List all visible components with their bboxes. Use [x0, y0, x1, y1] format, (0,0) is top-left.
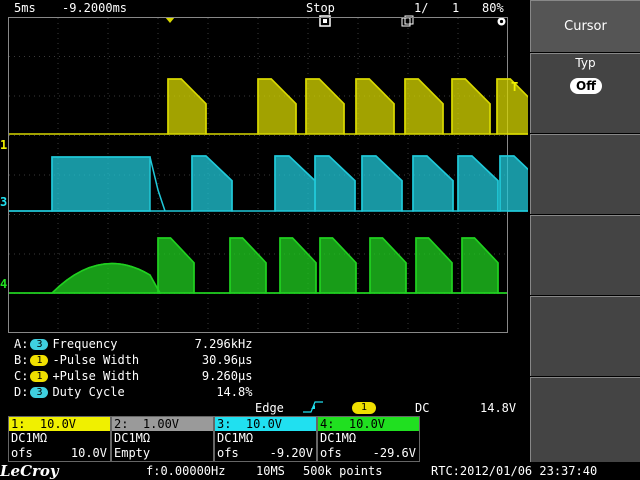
channel-1-box[interactable]: 1: 10.0V DC1MΩ ofs 10.0V [8, 416, 111, 462]
channel-offset: ofs -9.20V [215, 446, 316, 461]
ch4-trace-burst [369, 237, 407, 294]
measurement-value: 9.260µs [201, 369, 253, 383]
measurement-value: 14.8% [216, 385, 253, 399]
ch4-trace-burst [319, 237, 357, 294]
measurement-row: A: 3 Frequency 7.296kHz [14, 337, 252, 351]
measurement-source-badge: 1 [30, 371, 49, 382]
softkey-4[interactable] [530, 215, 640, 295]
channel-offset-value: -29.6V [372, 446, 416, 460]
measurement-source-badge: 1 [30, 355, 49, 366]
cursor-type-label: Typ [575, 56, 596, 70]
channel-offset: ofs 10.0V [9, 446, 110, 461]
ch4-marker[interactable]: 4 [0, 277, 8, 291]
ch1-trace-burst [451, 78, 491, 135]
channel-coupling: DC1MΩ [11, 431, 48, 445]
ch4-trace-burst [157, 237, 195, 294]
measurement-letter: C: [14, 369, 29, 383]
softkey-3[interactable] [530, 134, 640, 214]
channel-offset-label: ofs [11, 446, 33, 460]
ch4-trace-burst [415, 237, 453, 294]
trigger-level: 14.8V [480, 401, 517, 415]
channel-coupling: DC1MΩ [320, 431, 357, 445]
channel-offset-label: ofs [217, 446, 239, 460]
trigger-type[interactable]: Edge [255, 401, 284, 415]
measurement-name: +Pulse Width [52, 369, 140, 383]
ch4-trace-burst [461, 237, 499, 294]
ch3-trace-burst [191, 155, 233, 212]
ch1-marker[interactable]: 1 [0, 138, 8, 152]
channel-scale: 4: 10.0V [318, 417, 419, 431]
softkey-6[interactable] [530, 377, 640, 462]
channel-offset-value: 10.0V [70, 446, 107, 460]
channel-coupling: DC1MΩ [114, 431, 151, 445]
rising-edge-icon [302, 400, 324, 417]
measurement-row: B: 1 -Pulse Width 30.96µs [14, 353, 252, 367]
measurement-row: C: 1 +Pulse Width 9.260µs [14, 369, 252, 383]
cursor-type-value: Off [570, 78, 602, 94]
measurement-name: Frequency [52, 337, 118, 351]
channel-scale: 1: 10.0V [9, 417, 110, 431]
ch3-trace-burst [314, 155, 356, 212]
measurement-row: D: 3 Duty Cycle 14.8% [14, 385, 252, 399]
measurement-value: 30.96µs [201, 353, 253, 367]
channel-offset: Empty [112, 446, 213, 461]
softkey-5[interactable] [530, 296, 640, 376]
measurement-value: 7.296kHz [194, 337, 253, 351]
ch4-trace-burst [229, 237, 267, 294]
cursor-type-button[interactable]: Typ Off [530, 53, 640, 133]
ch3-trace-burst [274, 155, 316, 212]
ch3-trace-burst [457, 155, 499, 212]
measurement-letter: D: [14, 385, 29, 399]
channel-scale: 3: 10.0V [215, 417, 316, 431]
acquisition-bar: LeCroy f:0.00000Hz 10MS 500k points RTC:… [0, 462, 640, 480]
channel-offset-label: Empty [114, 446, 151, 460]
cursor-menu-title: Cursor [530, 0, 640, 52]
trigger-source-badge: 1 [352, 402, 376, 414]
ch1-trace-burst [355, 78, 395, 135]
channel-offset-label: ofs [320, 446, 342, 460]
sample-rate: 10MS [256, 464, 285, 478]
ch1-trace-burst [305, 78, 345, 135]
ch1-trace-burst [404, 78, 444, 135]
frequency-counter: f:0.00000Hz [146, 464, 226, 478]
measurement-letter: A: [14, 337, 29, 351]
channel-2-box[interactable]: 2: 1.00V DC1MΩ Empty [111, 416, 214, 462]
record-length: 500k points [303, 464, 383, 478]
trigger-level-marker[interactable]: T [511, 80, 521, 94]
measurement-source-badge: 3 [30, 387, 49, 398]
ch1-trace-burst [167, 78, 207, 135]
ch1-trace-burst [257, 78, 297, 135]
channel-4-box[interactable]: 4: 10.0V DC1MΩ ofs -29.6V [317, 416, 420, 462]
channel-offset: ofs -29.6V [318, 446, 419, 461]
ch3-trace-burst [412, 155, 454, 212]
measurement-name: -Pulse Width [52, 353, 140, 367]
ch3-trace-burst [361, 155, 403, 212]
channel-offset-value: -9.20V [269, 446, 313, 460]
measurement-name: Duty Cycle [52, 385, 125, 399]
real-time-clock: RTC:2012/01/06 23:37:40 [431, 464, 598, 478]
brand-logo: LeCroy [0, 462, 59, 480]
channel-3-box[interactable]: 3: 10.0V DC1MΩ ofs -9.20V [214, 416, 317, 462]
measurement-letter: B: [14, 353, 29, 367]
ch4-trace-burst [279, 237, 317, 294]
trigger-coupling: DC [415, 401, 430, 415]
channel-coupling: DC1MΩ [217, 431, 254, 445]
measurement-source-badge: 3 [30, 339, 49, 350]
softkey-menu: Cursor Typ Off [528, 0, 640, 480]
ch3-trace-burst [51, 156, 151, 212]
channel-scale: 2: 1.00V [112, 417, 213, 431]
ch3-marker[interactable]: 3 [0, 195, 8, 209]
